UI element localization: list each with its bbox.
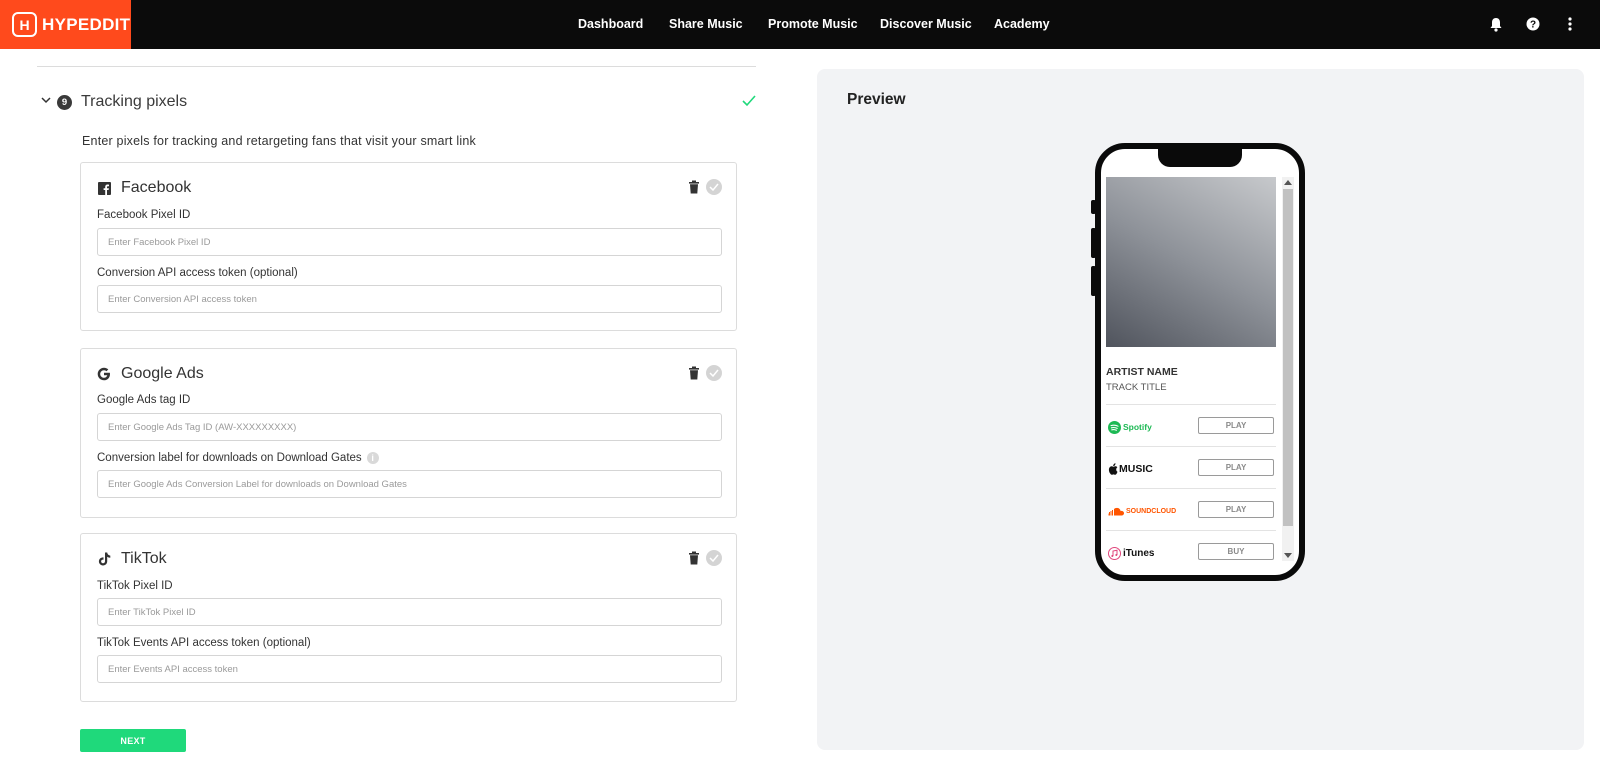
- tiktok-token-input[interactable]: [97, 655, 722, 683]
- section-description: Enter pixels for tracking and retargetin…: [82, 134, 476, 148]
- itunes-name: iTunes: [1123, 547, 1155, 559]
- trash-icon[interactable]: [688, 366, 700, 380]
- service-row-itunes: iTunes BUY: [1106, 530, 1276, 561]
- scroll-up-arrow-icon[interactable]: [1284, 180, 1292, 185]
- trash-icon[interactable]: [688, 180, 700, 194]
- brand-name: HYPEDDIT: [42, 14, 131, 34]
- brand-logo[interactable]: H HYPEDDIT: [0, 0, 131, 49]
- google-conversion-label: Conversion label for downloads on Downlo…: [97, 452, 379, 464]
- card-title: TikTok: [121, 550, 167, 567]
- info-icon[interactable]: i: [366, 452, 379, 464]
- phone-side-button: [1091, 200, 1096, 214]
- check-circle-icon: [706, 550, 722, 566]
- tiktok-token-label: TikTok Events API access token (optional…: [97, 637, 311, 649]
- facebook-token-input[interactable]: [97, 285, 722, 313]
- apple-music-logo: MUSIC: [1108, 462, 1153, 476]
- spotify-play-button[interactable]: PLAY: [1198, 417, 1274, 434]
- nav-promote-music[interactable]: Promote Music: [768, 17, 858, 31]
- itunes-logo: iTunes: [1108, 546, 1154, 560]
- help-icon[interactable]: ?: [1523, 14, 1543, 34]
- check-circle-icon: [706, 179, 722, 195]
- next-button[interactable]: NEXT: [80, 729, 186, 752]
- top-navbar: H HYPEDDIT Dashboard Share Music Promote…: [0, 0, 1600, 49]
- spotify-logo: Spotify: [1108, 420, 1152, 434]
- preview-scrollbar[interactable]: [1282, 177, 1294, 561]
- soundcloud-name: SOUNDCLOUD: [1126, 507, 1177, 515]
- hypeddit-logo-icon: H: [12, 12, 37, 37]
- phone-side-button: [1300, 242, 1305, 288]
- preview-panel: Preview ARTIST NAME TRACK TITLE Spotify …: [817, 69, 1584, 750]
- phone-side-button: [1091, 266, 1096, 296]
- soundcloud-icon: [1108, 507, 1124, 515]
- facebook-pixel-input[interactable]: [97, 228, 722, 256]
- spotify-icon: [1108, 420, 1121, 434]
- itunes-icon: [1108, 546, 1121, 560]
- card-title: Google Ads: [121, 365, 204, 382]
- facebook-card: Facebook Facebook Pixel ID Conversion AP…: [80, 162, 737, 331]
- nav-share-music[interactable]: Share Music: [669, 17, 743, 31]
- facebook-pixel-label: Facebook Pixel ID: [97, 209, 191, 221]
- cover-art: [1106, 177, 1276, 347]
- chevron-down-icon[interactable]: [41, 95, 51, 105]
- facebook-icon: [97, 181, 111, 195]
- spotify-name: Spotify: [1123, 422, 1152, 432]
- google-conversion-label-text: Conversion label for downloads on Downlo…: [97, 452, 362, 464]
- phone-screen: ARTIST NAME TRACK TITLE Spotify PLAY MUS…: [1106, 177, 1284, 561]
- soundcloud-play-button[interactable]: PLAY: [1198, 501, 1274, 518]
- service-row-apple-music: MUSIC PLAY: [1106, 446, 1276, 488]
- tiktok-pixel-input[interactable]: [97, 598, 722, 626]
- main-nav: Dashboard Share Music Promote Music Disc…: [0, 0, 1600, 49]
- phone-side-button: [1091, 228, 1096, 258]
- section-divider: [37, 66, 756, 67]
- check-circle-icon: [706, 365, 722, 381]
- tiktok-pixel-label: TikTok Pixel ID: [97, 580, 173, 592]
- step-badge: 9: [57, 95, 72, 110]
- service-row-soundcloud: SOUNDCLOUD PLAY: [1106, 488, 1276, 530]
- preview-title: Preview: [847, 91, 906, 108]
- tiktok-icon: [97, 552, 111, 566]
- google-conversion-input[interactable]: [97, 470, 722, 498]
- track-title: TRACK TITLE: [1106, 382, 1167, 393]
- card-title: Facebook: [121, 179, 192, 196]
- google-ads-card: Google Ads Google Ads tag ID Conversion …: [80, 348, 737, 518]
- itunes-buy-button[interactable]: BUY: [1198, 543, 1274, 560]
- scroll-down-arrow-icon[interactable]: [1284, 553, 1292, 558]
- artist-name: ARTIST NAME: [1106, 366, 1178, 378]
- service-row-spotify: Spotify PLAY: [1106, 404, 1276, 446]
- check-icon: [742, 95, 756, 107]
- scroll-thumb[interactable]: [1283, 189, 1293, 526]
- google-tag-input[interactable]: [97, 413, 722, 441]
- nav-academy[interactable]: Academy: [994, 17, 1050, 31]
- phone-notch: [1158, 147, 1242, 167]
- phone-mockup: ARTIST NAME TRACK TITLE Spotify PLAY MUS…: [1091, 143, 1305, 581]
- tiktok-card: TikTok TikTok Pixel ID TikTok Events API…: [80, 533, 737, 702]
- apple-music-name: MUSIC: [1119, 463, 1153, 475]
- facebook-token-label: Conversion API access token (optional): [97, 267, 298, 279]
- apple-music-play-button[interactable]: PLAY: [1198, 459, 1274, 476]
- apple-icon: [1108, 463, 1118, 475]
- nav-dashboard[interactable]: Dashboard: [578, 17, 643, 31]
- bell-icon[interactable]: [1486, 14, 1506, 34]
- nav-discover-music[interactable]: Discover Music: [880, 17, 972, 31]
- more-vert-icon[interactable]: [1560, 14, 1580, 34]
- section-title: Tracking pixels: [81, 93, 188, 110]
- svg-text:?: ?: [1530, 20, 1536, 31]
- tracking-pixels-header[interactable]: 9 Tracking pixels: [37, 92, 757, 114]
- google-tag-label: Google Ads tag ID: [97, 394, 191, 406]
- trash-icon[interactable]: [688, 551, 700, 565]
- soundcloud-logo: SOUNDCLOUD: [1108, 504, 1176, 518]
- google-icon: [97, 367, 111, 381]
